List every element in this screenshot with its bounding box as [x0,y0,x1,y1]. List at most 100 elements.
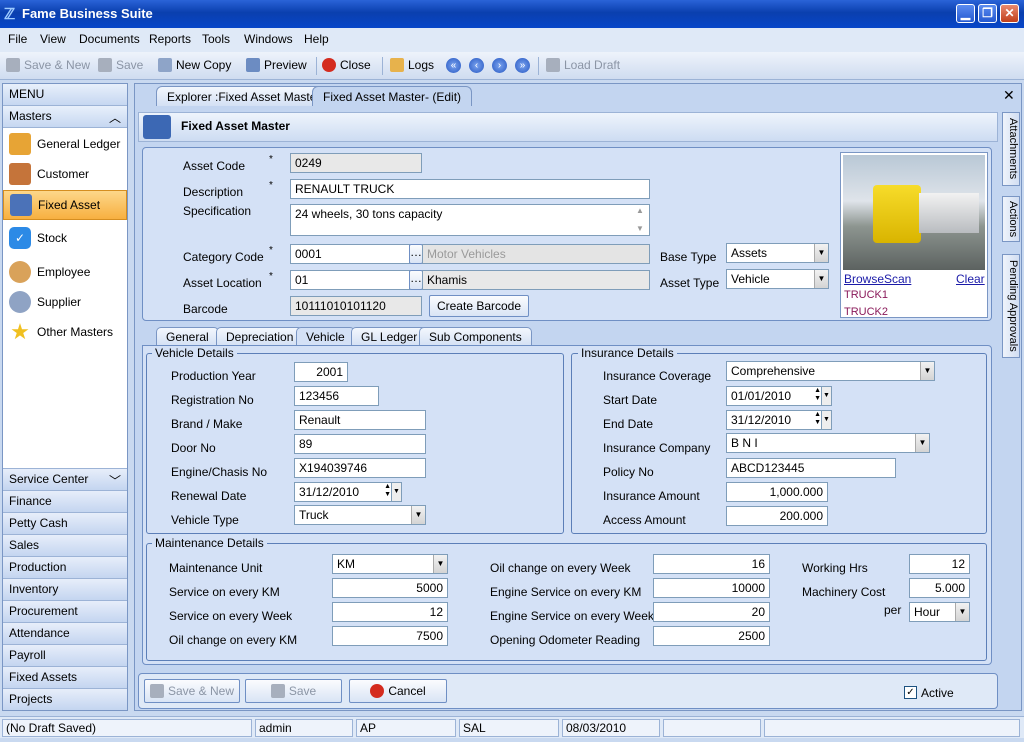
category-code-field[interactable]: 0001 [290,244,410,264]
category-finance[interactable]: Finance [3,490,127,512]
toolbar-close-button[interactable]: Close [322,58,371,72]
category-inventory[interactable]: Inventory [3,578,127,600]
end-date-field[interactable]: 31/12/2010 ▲ ▼ ▼ [726,410,832,430]
last-record-icon[interactable]: » [515,58,530,73]
policy-no-field[interactable]: ABCD123445 [726,458,896,478]
preview-button[interactable]: Preview [246,58,307,72]
category-procurement[interactable]: Procurement [3,600,127,622]
asset-type-select[interactable]: Vehicle ▼ [726,269,829,289]
asset-code-field[interactable]: 0249 [290,153,422,173]
calendar-dropdown-icon[interactable]: ▼ [391,483,401,501]
active-checkbox[interactable]: ✓ [904,686,917,699]
sidebar-item-general-ledger[interactable]: General Ledger [3,129,127,159]
tab-gl-ledger[interactable]: GL Ledger [351,327,428,346]
base-type-select[interactable]: Assets ▼ [726,243,829,263]
scan-link[interactable]: Scan [884,272,911,286]
category-sales[interactable]: Sales [3,534,127,556]
new-copy-button[interactable]: New Copy [158,58,231,72]
location-lookup-button[interactable]: … [409,270,423,290]
attachments-side-tab[interactable]: Attachments [1002,112,1020,186]
sidebar-item-supplier[interactable]: Supplier [3,287,127,317]
category-attendance[interactable]: Attendance [3,622,127,644]
engine-chasis-field[interactable]: X194039746 [294,458,426,478]
door-no-field[interactable]: 89 [294,434,426,454]
insurance-coverage-select[interactable]: Comprehensive ▼ [726,361,935,381]
oil-change-km-field[interactable]: 7500 [332,626,448,646]
scroll-down-icon[interactable]: ▼ [636,224,644,233]
category-fixed-assets[interactable]: Fixed Assets [3,666,127,688]
cancel-button[interactable]: Cancel [349,679,447,703]
asset-location-field[interactable]: 01 [290,270,410,290]
create-barcode-button[interactable]: Create Barcode [429,295,529,317]
category-production[interactable]: Production [3,556,127,578]
first-record-icon[interactable]: « [446,58,461,73]
close-window-button[interactable]: ✕ [1000,4,1019,23]
per-unit-select[interactable]: Hour ▼ [909,602,970,622]
scroll-up-icon[interactable]: ▲ [636,206,644,215]
menu-file[interactable]: File [8,32,27,46]
barcode-field[interactable]: 10111010101120 [290,296,422,316]
maintenance-unit-select[interactable]: KM ▼ [332,554,448,574]
image-list-item[interactable]: TRUCK1 [844,289,888,301]
menu-help[interactable]: Help [304,32,329,46]
previous-record-icon[interactable]: ‹ [469,58,484,73]
footer-save-new-button[interactable]: Save & New [144,679,240,703]
menu-windows[interactable]: Windows [244,32,293,46]
close-tab-icon[interactable]: ✕ [1003,87,1015,104]
menu-tools[interactable]: Tools [202,32,230,46]
tab-vehicle[interactable]: Vehicle [296,327,355,346]
tab-fixed-asset-edit[interactable]: Fixed Asset Master- (Edit) [312,86,473,106]
sidebar-section-masters[interactable]: Masters ︿ [3,106,127,128]
start-date-field[interactable]: 01/01/2010 ▲ ▼ ▼ [726,386,832,406]
sidebar-item-fixed-asset[interactable]: Fixed Asset [3,190,127,220]
logs-button[interactable]: Logs [390,58,434,72]
production-year-field[interactable]: 2001 [294,362,348,382]
category-projects[interactable]: Projects [3,688,127,710]
toolbar-save-new-button[interactable]: Save & New [6,58,90,72]
oil-change-week-field[interactable]: 16 [653,554,770,574]
menu-documents[interactable]: Documents [79,32,140,46]
access-amount-field[interactable]: 200.000 [726,506,828,526]
working-hrs-field[interactable]: 12 [909,554,970,574]
tab-general[interactable]: General [156,327,219,346]
minimize-button[interactable]: ▁ [956,4,975,23]
sidebar-item-customer[interactable]: Customer [3,159,127,189]
machinery-cost-field[interactable]: 5.000 [909,578,970,598]
spinner-icon[interactable]: ▲ ▼ [814,387,821,403]
insurance-amount-field[interactable]: 1,000.000 [726,482,828,502]
category-petty-cash[interactable]: Petty Cash [3,512,127,534]
clear-link[interactable]: Clear [956,272,985,286]
pending-approvals-side-tab[interactable]: Pending Approvals [1002,254,1020,358]
actions-side-tab[interactable]: Actions [1002,196,1020,242]
load-draft-button[interactable]: Load Draft [546,58,620,72]
menu-view[interactable]: View [40,32,66,46]
tab-depreciation[interactable]: Depreciation [216,327,304,346]
browse-link[interactable]: Browse [844,272,884,286]
menu-reports[interactable]: Reports [149,32,191,46]
next-record-icon[interactable]: › [492,58,507,73]
sidebar-item-other-masters[interactable]: ★ Other Masters [3,317,127,347]
category-payroll[interactable]: Payroll [3,644,127,666]
description-field[interactable]: RENAULT TRUCK [290,179,650,199]
category-lookup-button[interactable]: … [409,244,423,264]
specification-field[interactable]: 24 wheels, 30 tons capacity [290,204,650,236]
opening-odometer-field[interactable]: 2500 [653,626,770,646]
brand-make-field[interactable]: Renault [294,410,426,430]
insurance-company-select[interactable]: B N I ▼ [726,433,930,453]
sidebar-item-stock[interactable]: ✓ Stock [3,223,127,253]
service-every-week-field[interactable]: 12 [332,602,448,622]
footer-save-button[interactable]: Save [245,679,342,703]
tab-sub-components[interactable]: Sub Components [419,327,532,346]
image-list-item[interactable]: TRUCK2 [844,307,888,316]
calendar-dropdown-icon[interactable]: ▼ [821,387,831,405]
engine-service-km-field[interactable]: 10000 [653,578,770,598]
engine-service-week-field[interactable]: 20 [653,602,770,622]
service-every-km-field[interactable]: 5000 [332,578,448,598]
restore-button[interactable]: ❐ [978,4,997,23]
spinner-icon[interactable]: ▲ ▼ [384,483,391,499]
toolbar-save-button[interactable]: Save [98,58,143,72]
category-service-center[interactable]: Service Center ﹀ [3,468,127,490]
spinner-icon[interactable]: ▲ ▼ [814,411,821,427]
vehicle-type-select[interactable]: Truck ▼ [294,505,426,525]
registration-no-field[interactable]: 123456 [294,386,379,406]
